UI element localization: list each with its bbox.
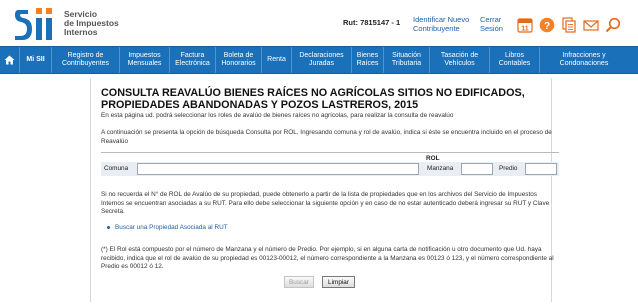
nav-situacion-tributaria[interactable]: Situación Tributaria (384, 47, 430, 73)
home-icon (4, 55, 15, 65)
nav-factura-electronica[interactable]: Factura Electrónica (170, 47, 216, 73)
calendar-day: 11 (521, 26, 529, 33)
nav-mi-sii[interactable]: Mi SII (20, 47, 52, 73)
comuna-label: Comuna (104, 165, 129, 172)
clear-button[interactable]: Limpiar (322, 276, 355, 288)
rol-help-text: Si no recuerda el N° de ROL de Avalúo de… (101, 191, 550, 215)
logout-link[interactable]: Cerrar Sesión (480, 15, 510, 33)
nav-home[interactable] (0, 47, 20, 73)
content-inner: CONSULTA REAVALÚO BIENES RAÍCES NO AGRÍC… (101, 78, 559, 302)
site-header: Servicio de Impuestos Internos Rut: 7815… (0, 0, 638, 46)
svg-text:?: ? (544, 21, 550, 32)
rol-search-form: ROL Comuna Manzana Predio (101, 152, 559, 186)
manzana-label: Manzana (427, 165, 454, 172)
nav-tasacion-vehiculos[interactable]: Tasación de Vehículos (430, 47, 490, 73)
manzana-input[interactable] (461, 163, 493, 175)
calendar-icon[interactable]: 11 (517, 17, 533, 33)
page-title: CONSULTA REAVALÚO BIENES RAÍCES NO AGRÍC… (101, 87, 525, 111)
main-content: CONSULTA REAVALÚO BIENES RAÍCES NO AGRÍC… (90, 78, 559, 302)
intro-text: A continuación se presenta la opción de … (101, 129, 552, 145)
predio-input[interactable] (525, 163, 557, 175)
rol-label: ROL (426, 155, 440, 162)
nav-registro-contribuyentes[interactable]: Registro de Contribuyentes (52, 47, 120, 73)
rut-value: 7815147 - 1 (360, 18, 401, 27)
form-header-row: ROL (101, 152, 559, 162)
search-button[interactable]: Buscar (284, 276, 314, 288)
rol-note: (*) El Rol está compuesto por el número … (101, 246, 554, 271)
nav-boleta-honorarios[interactable]: Boleta de Honorarios (216, 47, 262, 73)
sii-logo[interactable] (14, 6, 60, 42)
rut-label: Rut: (343, 18, 358, 27)
main-nav: Mi SII Registro de Contribuyentes Impues… (0, 46, 638, 74)
mail-icon[interactable] (583, 17, 599, 33)
nav-declaraciones-juradas[interactable]: Declaraciones Juradas (292, 47, 352, 73)
help-icon[interactable]: ? (539, 17, 555, 33)
nav-infracciones-condonaciones[interactable]: Infracciones y Condonaciones (540, 47, 628, 73)
bullet-icon (107, 226, 110, 229)
logo-line-3: Internos (64, 27, 98, 37)
search-icon[interactable] (605, 17, 621, 33)
page-subtitle: En esta página ud. podrá seleccionar los… (101, 112, 454, 119)
identify-new-taxpayer-link[interactable]: Identificar Nuevo Contribuyente (413, 15, 471, 33)
search-property-by-rut-link[interactable]: Buscar una Propiedad Asociada al RUT (115, 224, 228, 231)
form-input-row: Comuna Manzana Predio (101, 162, 559, 176)
documents-icon[interactable] (561, 17, 577, 33)
user-rut: Rut: 7815147 - 1 (343, 18, 400, 27)
nav-libros-contables[interactable]: Libros Contables (490, 47, 540, 73)
nav-bienes-raices[interactable]: Bienes Raíces (352, 47, 384, 73)
logo-text: Servicio de Impuestos Internos (64, 10, 119, 37)
nav-renta[interactable]: Renta (262, 47, 292, 73)
predio-label: Predio (499, 165, 518, 172)
comuna-input[interactable] (137, 163, 419, 175)
nav-impuestos-mensuales[interactable]: Impuestos Mensuales (120, 47, 170, 73)
